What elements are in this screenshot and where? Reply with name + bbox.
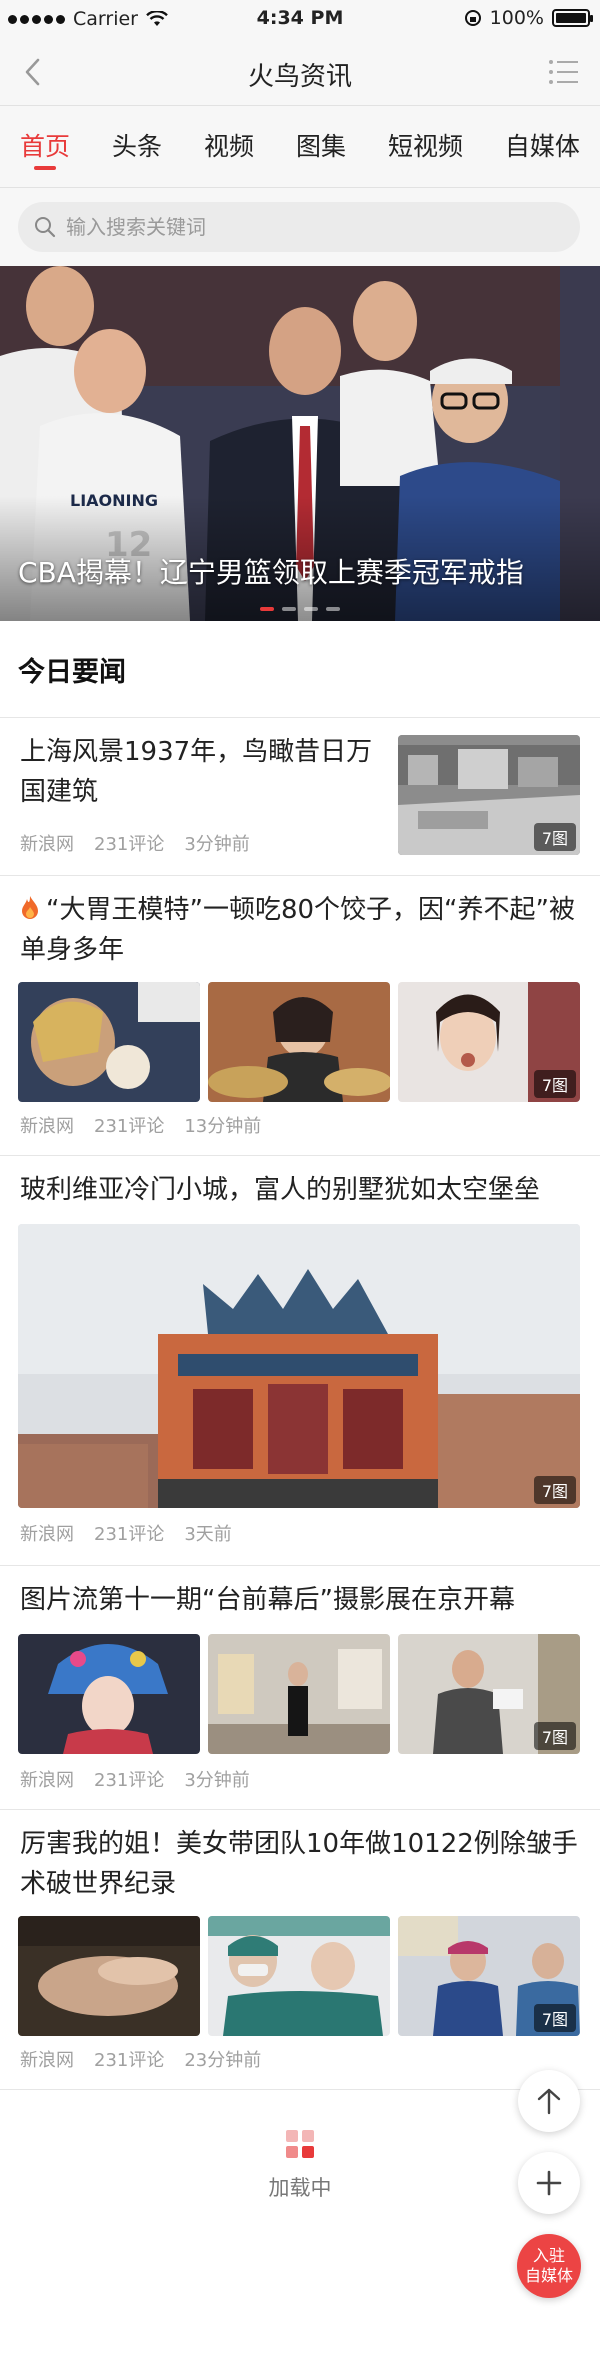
article-thumbnail [208, 982, 390, 1102]
article-thumbnail [18, 982, 200, 1102]
article-time: 13分钟前 [184, 1116, 262, 1137]
list-menu-icon[interactable] [548, 58, 580, 86]
article-item[interactable]: 玻利维亚冷门小城，富人的别墅犹如太空堡垒 7图 新浪网 231评论 3天前 [0, 1156, 600, 1566]
join-label-line1: 入驻 [532, 2246, 565, 2265]
thumbnail-image [208, 1634, 390, 1754]
carousel-dot[interactable] [304, 607, 318, 611]
tab-home[interactable]: 首页 [20, 106, 70, 188]
article-thumbnail [18, 1634, 200, 1754]
article-thumbnail: 7图 [398, 982, 580, 1102]
article-comments: 231评论 [94, 834, 165, 855]
article-title: 上海风景1937年，鸟瞰昔日万国建筑 [20, 737, 373, 807]
article-thumbnail: 7图 [398, 1634, 580, 1754]
thumbnail-image [208, 1916, 390, 2036]
category-tabs: 首页 头条 视频 图集 短视频 自媒体 [0, 106, 600, 188]
article-thumbnail [208, 1634, 390, 1754]
article-thumbnail [208, 1916, 390, 2036]
article-item[interactable]: “大胃王模特”一顿吃80个饺子，因“养不起”被单身多年 7图 新浪网 231评论… [0, 876, 600, 1156]
article-image-large: 7图 [18, 1224, 580, 1508]
thumbnail-image [208, 982, 390, 1102]
article-meta: 新浪网 231评论 23分钟前 [20, 2046, 261, 2072]
arrow-up-icon [537, 2088, 561, 2115]
join-label-line2: 自媒体 [524, 2266, 573, 2285]
tab-we-media[interactable]: 自媒体 [505, 106, 580, 188]
thumbnail-image [18, 982, 200, 1102]
article-item[interactable]: 上海风景1937年，鸟瞰昔日万国建筑 新浪网 231评论 3分钟前 7图 [0, 718, 600, 876]
article-title: “大胃王模特”一顿吃80个饺子，因“养不起”被单身多年 [20, 895, 575, 965]
article-thumbnail [18, 1916, 200, 2036]
tab-headlines[interactable]: 头条 [112, 106, 162, 188]
status-right: 100% [464, 7, 593, 29]
nav-bar: 火鸟资讯 [0, 38, 600, 106]
hero-banner[interactable]: LIAONING 12 CBA揭幕！辽宁男篮领取上赛季冠军戒指 [0, 266, 600, 621]
article-meta: 新浪网 231评论 3分钟前 [20, 830, 250, 856]
article-comments: 231评论 [94, 2050, 165, 2071]
article-title: 玻利维亚冷门小城，富人的别墅犹如太空堡垒 [20, 1175, 541, 1205]
article-time: 3分钟前 [184, 834, 250, 855]
article-thumbnail: 7图 [398, 1916, 580, 2036]
battery-label: 100% [489, 7, 544, 29]
loading-spinner-icon [286, 2130, 314, 2158]
article-source: 新浪网 [20, 2050, 74, 2071]
article-time: 3分钟前 [184, 1770, 250, 1791]
image-count-badge: 7图 [533, 823, 576, 851]
rotation-lock-icon [464, 10, 481, 26]
fire-icon [22, 896, 38, 919]
article-meta: 新浪网 231评论 3天前 [20, 1520, 232, 1546]
article-thumbnail: 7图 [398, 735, 580, 855]
article-time: 23分钟前 [184, 2050, 262, 2071]
hero-caption: CBA揭幕！辽宁男篮领取上赛季冠军戒指 [18, 556, 524, 589]
thumbnail-image [18, 1224, 580, 1508]
search-icon [35, 217, 56, 238]
section-title: 今日要闻 [18, 657, 126, 688]
loading-indicator: 加载中 [0, 2130, 600, 2202]
article-title: 厉害我的姐！美女带团队10年做10122例除皱手术破世界纪录 [20, 1829, 578, 1899]
article-source: 新浪网 [20, 834, 74, 855]
search-area [0, 188, 600, 266]
thumbnail-image [18, 1634, 200, 1754]
battery-fill [556, 13, 586, 23]
carousel-dot[interactable] [326, 607, 340, 611]
battery-icon [552, 9, 593, 27]
article-item[interactable]: 厉害我的姐！美女带团队10年做10122例除皱手术破世界纪录 7图 新浪网 23… [0, 1810, 600, 2090]
article-item[interactable]: 图片流第十一期“台前幕后”摄影展在京开幕 7图 新浪网 231评论 3分钟前 [0, 1566, 600, 1810]
article-comments: 231评论 [94, 1770, 165, 1791]
article-source: 新浪网 [20, 1116, 74, 1137]
back-to-top-button[interactable] [518, 2070, 580, 2132]
carousel-dot[interactable] [260, 607, 274, 611]
article-title-row: “大胃王模特”一顿吃80个饺子，因“养不起”被单身多年 [20, 890, 580, 970]
article-comments: 231评论 [94, 1524, 165, 1545]
page-title: 火鸟资讯 [247, 62, 352, 92]
search-input[interactable] [66, 215, 546, 239]
tab-gallery[interactable]: 图集 [296, 106, 346, 188]
image-count-badge: 7图 [533, 2004, 576, 2032]
tab-short-video[interactable]: 短视频 [388, 106, 463, 188]
tab-video[interactable]: 视频 [204, 106, 254, 188]
search-box[interactable] [18, 202, 580, 252]
article-comments: 231评论 [94, 1116, 165, 1137]
loading-text: 加载中 [268, 2176, 332, 2200]
status-bar: Carrier 4:34 PM 100% [0, 0, 600, 38]
carousel-indicator [0, 607, 600, 611]
article-source: 新浪网 [20, 1770, 74, 1791]
thumbnail-image [18, 1916, 200, 2036]
article-title: 图片流第十一期“台前幕后”摄影展在京开幕 [20, 1585, 515, 1615]
article-meta: 新浪网 231评论 3分钟前 [20, 1766, 250, 1792]
join-we-media-button[interactable]: 入驻 自媒体 [517, 2234, 581, 2298]
carousel-dot[interactable] [282, 607, 296, 611]
image-count-badge: 7图 [533, 1070, 576, 1098]
article-meta: 新浪网 231评论 13分钟前 [20, 1112, 261, 1138]
article-time: 3天前 [184, 1524, 232, 1545]
image-count-badge: 7图 [533, 1476, 576, 1504]
image-count-badge: 7图 [533, 1722, 576, 1750]
article-source: 新浪网 [20, 1524, 74, 1545]
